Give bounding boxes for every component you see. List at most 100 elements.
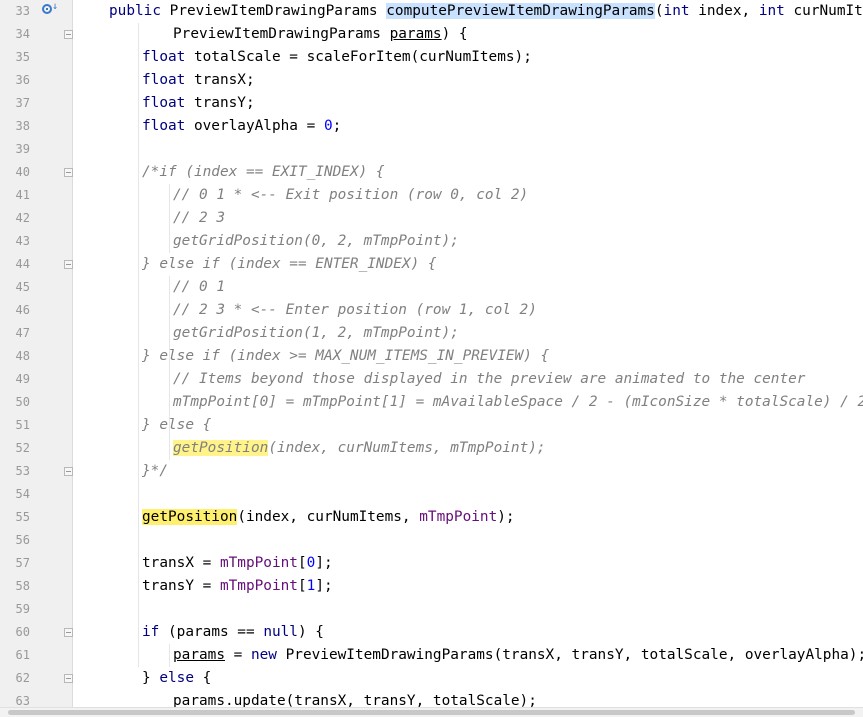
code-line[interactable]: float transY;: [142, 92, 255, 115]
code-line[interactable]: // 2 3: [173, 207, 225, 230]
code-line[interactable]: float transX;: [142, 69, 255, 92]
code-token: // 0 1: [173, 279, 225, 295]
indent-guide: [169, 437, 170, 460]
code-line[interactable]: }*/: [142, 460, 168, 483]
line-number: 38: [15, 119, 30, 133]
line-number: 55: [15, 510, 30, 524]
line-number: 58: [15, 579, 30, 593]
line-number: 60: [15, 625, 30, 639]
code-token: getGridPosition(0, 2, mTmpPoint);: [173, 233, 459, 249]
line-number: 51: [15, 418, 30, 432]
fold-marker-icon[interactable]: [64, 30, 73, 39]
line-number: 43: [15, 234, 30, 248]
code-token: (params ==: [168, 624, 264, 640]
code-token: new: [250, 647, 286, 663]
code-token: overlayAlpha =: [193, 118, 324, 134]
code-token: totalScale = scaleForItem(curNumItems);: [193, 49, 532, 65]
code-line[interactable]: if (params == null) {: [142, 621, 324, 644]
code-line[interactable]: mTmpPoint[0] = mTmpPoint[1] = mAvailable…: [173, 391, 863, 414]
editor-gutter[interactable]: 33 34 35 36 37 38 39 40 41 42 43 44 45 46 47 48 49 50 51 52…: [0, 0, 73, 708]
code-token: ) {: [441, 26, 468, 42]
line-number: 34: [15, 27, 30, 41]
line-number: 56: [15, 533, 30, 547]
horizontal-scrollbar[interactable]: [0, 707, 863, 717]
code-token: float: [142, 49, 194, 65]
line-number: 61: [15, 648, 30, 662]
line-number: 53: [15, 464, 30, 478]
line-number: 35: [15, 50, 30, 64]
code-token: float: [142, 72, 194, 88]
code-token: getPosition: [142, 509, 238, 525]
code-line[interactable]: transY = mTmpPoint[1];: [142, 575, 333, 598]
code-token: ) {: [297, 624, 324, 640]
code-token: index,: [698, 3, 759, 19]
code-line[interactable]: PreviewItemDrawingParams params) {: [173, 23, 468, 46]
code-line[interactable]: } else if (index == ENTER_INDEX) {: [142, 253, 437, 276]
code-token: (: [654, 3, 664, 19]
code-token: PreviewItemDrawingParams(transX, transY,…: [285, 647, 863, 663]
fold-marker-icon[interactable]: [64, 467, 73, 476]
code-line[interactable]: public PreviewItemDrawingParams computeP…: [109, 0, 863, 23]
code-line[interactable]: // 2 3 * <-- Enter position (row 1, col …: [173, 299, 537, 322]
code-token: // 0 1 * <-- Exit position (row 0, col 2…: [173, 187, 529, 203]
code-line[interactable]: // 0 1: [173, 276, 225, 299]
code-line[interactable]: params.update(transX, transY, totalScale…: [173, 690, 537, 707]
code-token: getGridPosition(1, 2, mTmpPoint);: [173, 325, 459, 341]
line-number: 47: [15, 326, 30, 340]
code-token: mTmpPoint: [219, 555, 298, 571]
line-number: 33: [15, 4, 30, 18]
line-number: 45: [15, 280, 30, 294]
code-token: } else {: [142, 417, 212, 433]
line-number: 44: [15, 257, 30, 271]
line-number: 59: [15, 602, 30, 616]
code-token: // 2 3: [173, 210, 225, 226]
code-token: PreviewItemDrawingParams: [169, 3, 387, 19]
code-line[interactable]: float totalScale = scaleForItem(curNumIt…: [142, 46, 532, 69]
code-line[interactable]: getGridPosition(0, 2, mTmpPoint);: [173, 230, 459, 253]
code-line[interactable]: // Items beyond those displayed in the p…: [173, 368, 805, 391]
indent-guide: [169, 184, 170, 253]
code-token: curNumItems,: [793, 3, 863, 19]
code-token: transX =: [142, 555, 220, 571]
line-number: 49: [15, 372, 30, 386]
code-line[interactable]: float overlayAlpha = 0;: [142, 115, 341, 138]
code-token: null: [263, 624, 298, 640]
code-line[interactable]: params = new PreviewItemDrawingParams(tr…: [173, 644, 863, 667]
line-number: 52: [15, 441, 30, 455]
code-token: } else if (index >= MAX_NUM_ITEMS_IN_PRE…: [142, 348, 550, 364]
code-token: =: [224, 647, 251, 663]
code-editor[interactable]: public PreviewItemDrawingParams computeP…: [73, 0, 863, 707]
line-number: 36: [15, 73, 30, 87]
code-line[interactable]: transX = mTmpPoint[0];: [142, 552, 333, 575]
fold-marker-icon[interactable]: [64, 260, 73, 269]
code-line[interactable]: } else {: [142, 667, 211, 690]
line-number: 62: [15, 671, 30, 685]
indent-guide: [169, 345, 170, 437]
scrollbar-thumb[interactable]: [8, 710, 855, 715]
code-token: public: [109, 3, 170, 19]
indent-guide: [169, 644, 170, 667]
code-token: params: [173, 647, 225, 663]
fold-marker-icon[interactable]: [64, 628, 73, 637]
code-token: float: [142, 95, 194, 111]
fold-marker-icon[interactable]: [64, 168, 73, 177]
line-number: 39: [15, 142, 30, 156]
code-line[interactable]: getGridPosition(1, 2, mTmpPoint);: [173, 322, 459, 345]
code-token: int: [663, 3, 699, 19]
code-line[interactable]: getPosition(index, curNumItems, mTmpPoin…: [173, 437, 546, 460]
code-token: );: [497, 509, 515, 525]
line-number: 42: [15, 211, 30, 225]
code-line[interactable]: } else if (index >= MAX_NUM_ITEMS_IN_PRE…: [142, 345, 549, 368]
code-token: if: [142, 624, 168, 640]
code-line[interactable]: // 0 1 * <-- Exit position (row 0, col 2…: [173, 184, 528, 207]
code-line[interactable]: getPosition(index, curNumItems, mTmpPoin…: [142, 506, 515, 529]
code-token: 0: [306, 555, 316, 571]
code-token: params: [389, 26, 442, 42]
code-token: float: [142, 118, 194, 134]
line-number: 40: [15, 165, 30, 179]
code-line[interactable]: } else {: [142, 414, 211, 437]
line-number: 41: [15, 188, 30, 202]
code-line[interactable]: /*if (index == EXIT_INDEX) {: [142, 161, 385, 184]
override-method-icon[interactable]: [42, 4, 52, 14]
fold-marker-icon[interactable]: [64, 674, 73, 683]
